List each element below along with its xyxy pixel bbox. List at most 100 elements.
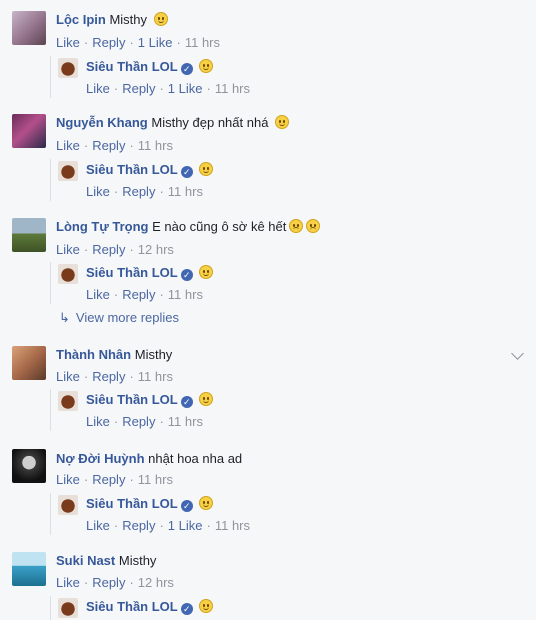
like-link[interactable]: Like xyxy=(86,184,110,199)
like-count[interactable]: 1 Like xyxy=(168,518,203,533)
reply-author[interactable]: Siêu Thần LOL xyxy=(86,599,178,614)
commenter-avatar[interactable] xyxy=(12,11,46,45)
like-link[interactable]: Like xyxy=(86,414,110,429)
reply-link[interactable]: Reply xyxy=(92,369,125,384)
reply-author[interactable]: Siêu Thần LOL xyxy=(86,265,178,280)
comment-time[interactable]: 11 hrs xyxy=(138,472,173,487)
reply-link[interactable]: Reply xyxy=(92,472,125,487)
reply-link[interactable]: Reply xyxy=(122,184,155,199)
reply-link[interactable]: Reply xyxy=(122,81,155,96)
comment-time[interactable]: 12 hrs xyxy=(138,242,174,257)
comment-author[interactable]: Lộc Ipin xyxy=(56,12,106,27)
comment-author[interactable]: Suki Nast xyxy=(56,553,115,568)
verified-badge-icon: ✓ xyxy=(180,269,193,281)
smiley-emoji-icon xyxy=(275,115,290,129)
smiley-emoji-icon xyxy=(199,496,214,510)
page-avatar[interactable] xyxy=(58,161,78,181)
like-link[interactable]: Like xyxy=(56,138,80,153)
comment-author[interactable]: Nguyễn Khang xyxy=(56,115,148,130)
reply-link[interactable]: Reply xyxy=(122,287,155,302)
reply-actions: Like · Reply · 11 hrs xyxy=(86,287,203,302)
commenter-avatar[interactable] xyxy=(12,449,46,483)
reply-link[interactable]: Reply xyxy=(92,242,125,257)
page-avatar[interactable] xyxy=(58,58,78,78)
reply-link[interactable]: Reply xyxy=(92,575,125,590)
like-count[interactable]: 1 Like xyxy=(168,81,203,96)
reply-author[interactable]: Siêu Thần LOL xyxy=(86,162,178,177)
reply-link[interactable]: Reply xyxy=(92,35,125,50)
page-avatar[interactable] xyxy=(58,391,78,411)
like-link[interactable]: Like xyxy=(86,287,110,302)
comment-body: Nguyễn Khang Misthy đẹp nhất nhá xyxy=(56,115,290,130)
view-more-replies[interactable]: ↳ View more replies xyxy=(59,310,179,326)
reply-time[interactable]: 11 hrs xyxy=(168,184,203,199)
commenter-avatar[interactable] xyxy=(12,114,46,148)
commenter-avatar[interactable] xyxy=(12,218,46,252)
reply-container: Siêu Thần LOL ✓ Like · Reply · 11 hrs xyxy=(50,262,520,306)
reply-divider xyxy=(50,56,51,98)
like-link[interactable]: Like xyxy=(56,35,80,50)
like-link[interactable]: Like xyxy=(56,472,80,487)
reply-author[interactable]: Siêu Thần LOL xyxy=(86,59,178,74)
comment-time[interactable]: 11 hrs xyxy=(185,35,220,50)
reply-divider xyxy=(50,159,51,201)
comment-actions: Like · Reply · 12 hrs xyxy=(56,242,174,257)
verified-badge-icon: ✓ xyxy=(180,166,193,178)
commenter-avatar[interactable] xyxy=(12,346,46,380)
smiley-emoji-icon xyxy=(153,12,168,26)
smiley-emoji-icon xyxy=(199,265,214,279)
crying-emoji-icon xyxy=(289,219,304,233)
verified-badge-icon: ✓ xyxy=(180,396,193,408)
comment-author[interactable]: Nợ Đời Huỳnh xyxy=(56,451,145,466)
comment-body: Nợ Đời Huỳnh nhật hoa nha ad xyxy=(56,451,242,466)
reply-body: Siêu Thần LOL ✓ xyxy=(86,496,214,512)
comment-author[interactable]: Thành Nhân xyxy=(56,347,131,362)
reply-actions: Like · Reply · 1 Like · 11 hrs xyxy=(86,81,251,96)
page-avatar[interactable] xyxy=(58,264,78,284)
view-more-label[interactable]: View more replies xyxy=(76,310,179,325)
reply-author[interactable]: Siêu Thần LOL xyxy=(86,392,178,407)
reply-container: Siêu Thần LOL ✓ Like · Reply · 11 hrs xyxy=(50,389,520,433)
comment-author[interactable]: Lòng Tự Trọng xyxy=(56,219,148,234)
page-avatar[interactable] xyxy=(58,598,78,618)
reply-arrow-icon: ↳ xyxy=(59,310,70,325)
commenter-avatar[interactable] xyxy=(12,552,46,586)
smiley-emoji-icon xyxy=(199,162,214,176)
reply-link[interactable]: Reply xyxy=(122,414,155,429)
reply-container: Siêu Thần LOL ✓ Like · Reply · 11 hrs xyxy=(50,159,520,203)
reply-body: Siêu Thần LOL ✓ xyxy=(86,265,214,281)
comment-text: Misthy đẹp nhất nhá xyxy=(151,115,269,130)
comment-text: Misthy xyxy=(118,553,157,568)
reply-container: Siêu Thần LOL ✓ xyxy=(50,596,520,620)
like-link[interactable]: Like xyxy=(56,242,80,257)
like-link[interactable]: Like xyxy=(86,81,110,96)
reply-time[interactable]: 11 hrs xyxy=(215,518,250,533)
comment-time[interactable]: 12 hrs xyxy=(138,575,174,590)
reply-time[interactable]: 11 hrs xyxy=(168,414,203,429)
chevron-down-icon[interactable] xyxy=(511,347,524,360)
reply-actions: Like · Reply · 11 hrs xyxy=(86,414,203,429)
reply-author[interactable]: Siêu Thần LOL xyxy=(86,496,178,511)
reply-time[interactable]: 11 hrs xyxy=(168,287,203,302)
comment-body: Suki Nast Misthy xyxy=(56,553,156,568)
reply-link[interactable]: Reply xyxy=(122,518,155,533)
reply-link[interactable]: Reply xyxy=(92,138,125,153)
reply-divider xyxy=(50,493,51,535)
reply-body: Siêu Thần LOL ✓ xyxy=(86,392,214,408)
comment-body: Thành Nhân Misthy xyxy=(56,347,172,362)
comment-text: Misthy xyxy=(109,12,148,27)
verified-badge-icon: ✓ xyxy=(180,603,193,615)
reply-container: Siêu Thần LOL ✓ Like · Reply · 1 Like · 11 hrs xyxy=(50,493,520,537)
reply-time[interactable]: 11 hrs xyxy=(215,81,250,96)
like-link[interactable]: Like xyxy=(56,369,80,384)
comment-actions: Like · Reply · 1 Like · 11 hrs xyxy=(56,35,221,50)
comment-time[interactable]: 11 hrs xyxy=(138,369,173,384)
like-link[interactable]: Like xyxy=(86,518,110,533)
like-link[interactable]: Like xyxy=(56,575,80,590)
reply-body: Siêu Thần LOL ✓ xyxy=(86,59,214,75)
comment-time[interactable]: 11 hrs xyxy=(138,138,173,153)
like-count[interactable]: 1 Like xyxy=(138,35,173,50)
comment-actions: Like · Reply · 11 hrs xyxy=(56,472,173,487)
page-avatar[interactable] xyxy=(58,495,78,515)
comment-actions: Like · Reply · 11 hrs xyxy=(56,138,173,153)
